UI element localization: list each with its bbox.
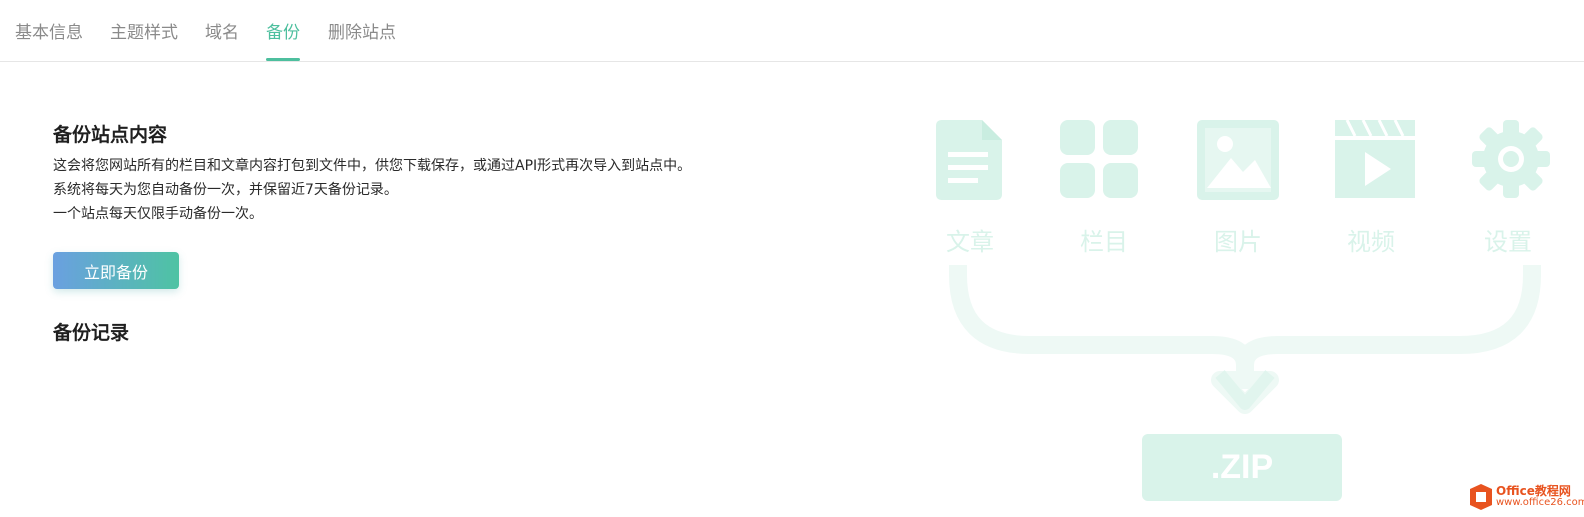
illustration-label: 视频 bbox=[1347, 228, 1395, 256]
illustration-label: 设置 bbox=[1484, 228, 1532, 256]
backup-title: 备份站点内容 bbox=[53, 124, 168, 146]
description-line: 这会将您网站所有的栏目和文章内容打包到文件中，供您下载保存，或通过API形式再次… bbox=[53, 158, 692, 174]
tab-theme-style[interactable]: 主题样式 bbox=[110, 18, 178, 61]
tab-backup[interactable]: 备份 bbox=[266, 18, 300, 61]
tab-bar: 基本信息 主题样式 域名 备份 删除站点 bbox=[0, 0, 1584, 62]
records-title: 备份记录 bbox=[53, 322, 130, 344]
image-icon bbox=[1197, 120, 1279, 204]
description-line: 一个站点每天仅限手动备份一次。 bbox=[53, 206, 263, 222]
description-line: 系统将每天为您自动备份一次，并保留近7天备份记录。 bbox=[53, 182, 398, 198]
office-logo-icon bbox=[1470, 484, 1492, 514]
zip-file-graphic: .ZIP bbox=[1142, 434, 1342, 501]
watermark-site: www.office26.com bbox=[1496, 497, 1584, 508]
tab-domain[interactable]: 域名 bbox=[205, 18, 239, 61]
tab-delete-site[interactable]: 删除站点 bbox=[328, 18, 396, 61]
backup-now-button[interactable]: 立即备份 bbox=[53, 252, 179, 289]
document-icon bbox=[936, 120, 1002, 204]
tab-basic-info[interactable]: 基本信息 bbox=[15, 18, 83, 61]
backup-illustration: 文章 栏目 图片 视频 设置 .ZIP bbox=[920, 100, 1570, 510]
gear-icon bbox=[1472, 120, 1550, 202]
grid-icon bbox=[1060, 120, 1138, 202]
illustration-label: 图片 bbox=[1214, 228, 1262, 256]
illustration-label: 文章 bbox=[946, 228, 994, 256]
video-icon bbox=[1335, 119, 1415, 202]
illustration-label: 栏目 bbox=[1080, 228, 1128, 256]
